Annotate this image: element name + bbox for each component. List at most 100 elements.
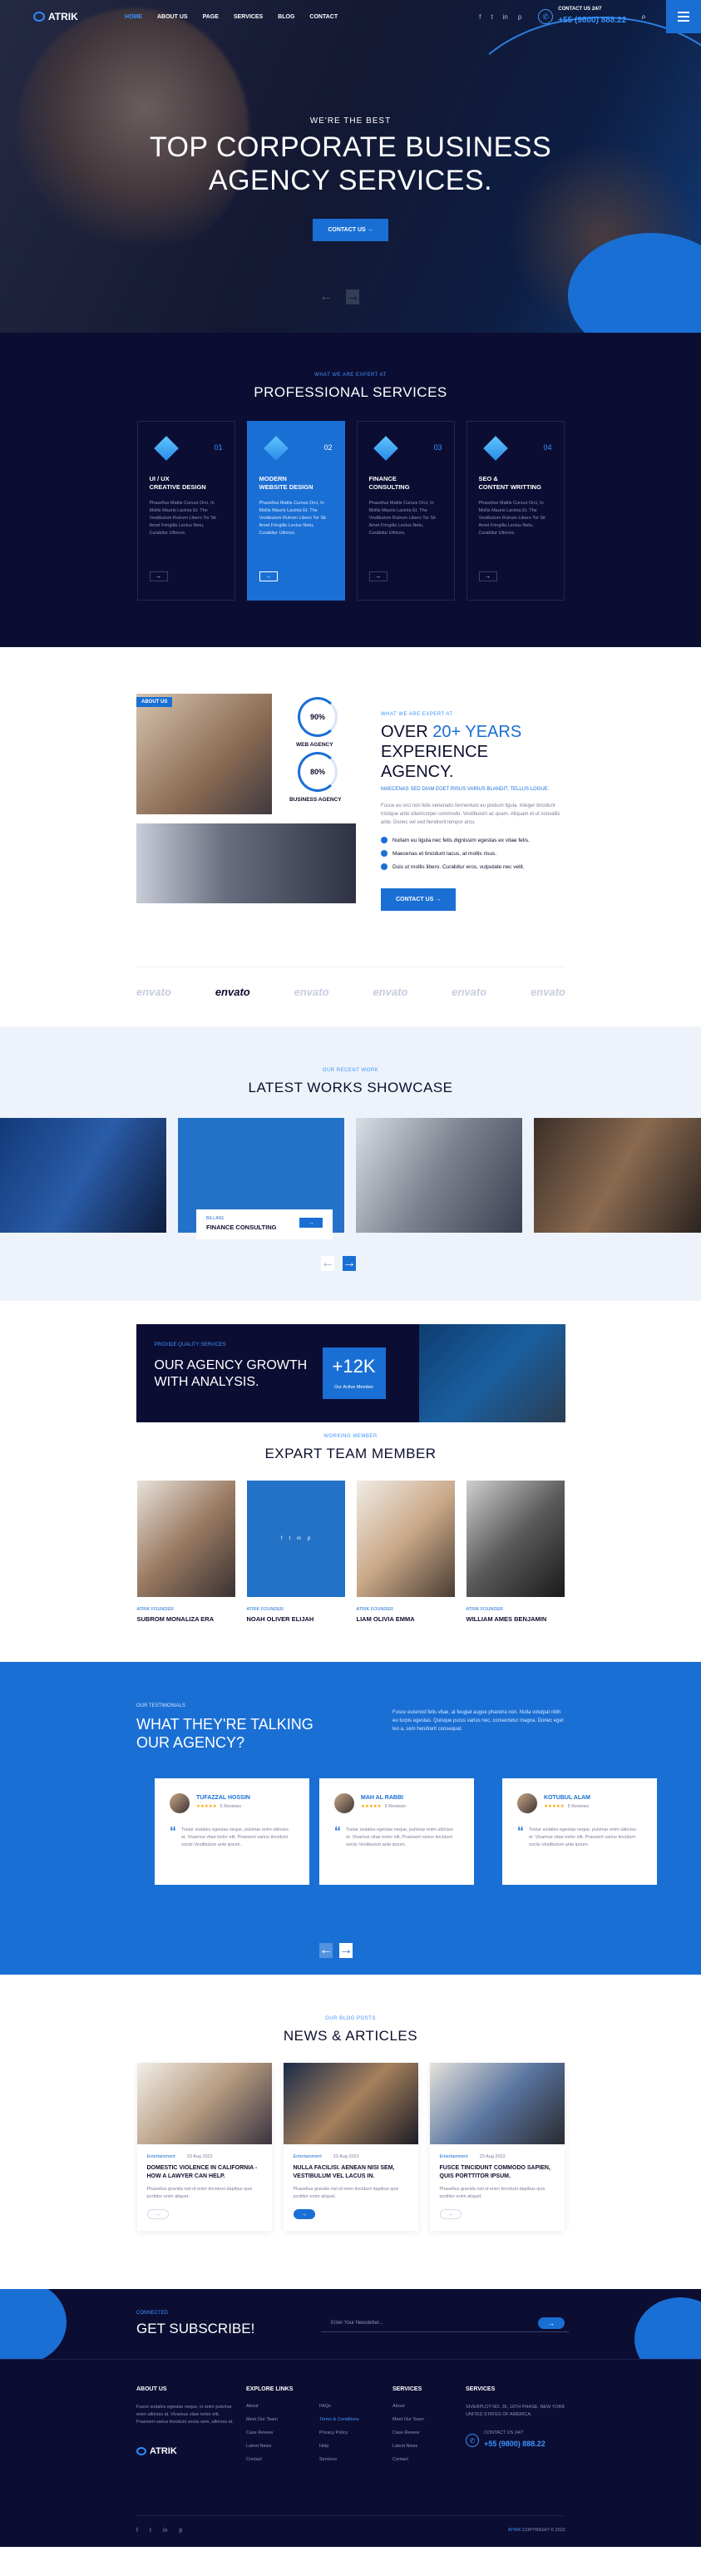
post-title[interactable]: NULLA FACILISI. AENEAN NISI SEM, VESTIBUL… <box>294 2164 408 2181</box>
about-contact-button[interactable]: CONTACT US → <box>381 888 457 911</box>
service-card[interactable]: 03 FINANCE CONSULTING Phasellus Mattis Cu… <box>356 421 455 601</box>
blog-post-card[interactable]: Entertainment 23 Aug 2022 FUSCE TINCIDUNT… <box>429 2063 565 2231</box>
footer-link[interactable]: Case Review <box>392 2430 424 2435</box>
nav-item-blog[interactable]: BLOG <box>278 14 294 20</box>
linkedin-icon[interactable]: in <box>163 2528 167 2534</box>
footer-about: ABOUT US Fusce sodales egestas neque, in… <box>136 2386 236 2456</box>
facebook-icon[interactable]: f <box>136 2528 138 2534</box>
service-arrow-button[interactable]: → <box>259 571 278 581</box>
work-item[interactable] <box>356 1118 522 1233</box>
twitter-icon[interactable]: t <box>150 2528 151 2534</box>
nav-item-home[interactable]: HOME <box>125 14 142 20</box>
testimonials-paragraph: Fusce euismod felis vitae, at feugiat au… <box>392 1710 564 1732</box>
footer-link[interactable]: Services <box>319 2457 359 2462</box>
team-member-card[interactable]: ATRIK FOUNDER SUBROM MONALIZA ERA <box>136 1481 235 1623</box>
slider-prev-button[interactable]: ← <box>319 289 333 304</box>
twitter-icon[interactable]: t <box>289 1536 290 1541</box>
testimonials-slider-controls: ← → <box>319 1943 353 1958</box>
nav-item-services[interactable]: SERVICES <box>234 14 263 20</box>
post-title[interactable]: FUSCE TINCIDUNT COMMODO SAPIEN, QUIS PORT… <box>440 2164 555 2181</box>
nav-item-contact[interactable]: CONTACT <box>309 14 338 20</box>
services-kicker: WHAT WE ARE EXPERT AT <box>314 373 387 378</box>
nav-item-page[interactable]: PAGE <box>203 14 219 20</box>
post-image <box>429 2063 565 2144</box>
footer-address: SIVERPLOT NO. 36, 16TH PHASE, NEW YORK U… <box>466 2405 565 2417</box>
testimonial-card: KOTUBUL ALAM ★★★★★ 5 Reviews “ Tostar sod… <box>502 1778 657 1885</box>
post-arrow-button[interactable]: → <box>439 2209 462 2219</box>
footer-link[interactable]: Latest News <box>246 2444 293 2449</box>
work-arrow-button[interactable]: → <box>299 1218 323 1228</box>
hero-contact-button[interactable]: CONTACT US → <box>313 219 388 241</box>
header-phone-link[interactable]: +55 (9800) 888.22 <box>558 16 626 25</box>
service-card[interactable]: 01 UI / UX CREATIVE DESIGN Phasellus Matt… <box>136 421 235 601</box>
linkedin-icon[interactable]: in <box>297 1536 301 1541</box>
pinterest-icon[interactable]: p <box>518 13 521 21</box>
footer-link[interactable]: Latest News <box>392 2444 424 2449</box>
footer-link[interactable]: About <box>246 2404 293 2409</box>
subscribe-kicker: CONNECTED <box>136 2311 169 2316</box>
post-arrow-button[interactable]: → <box>293 2209 315 2219</box>
footer-link[interactable]: Contact <box>246 2457 293 2462</box>
facebook-icon[interactable]: f <box>479 13 481 21</box>
footer-logo[interactable]: ATRIK <box>136 2446 236 2456</box>
post-arrow-button[interactable]: → <box>146 2209 169 2219</box>
service-arrow-button[interactable]: → <box>368 571 388 581</box>
footer-socials: f t in p <box>136 2528 182 2534</box>
subscribe-button[interactable]: → <box>538 2317 565 2329</box>
service-arrow-button[interactable]: → <box>149 571 168 581</box>
brand-logo: envato <box>452 986 487 998</box>
blog-post-card[interactable]: Entertainment 23 Aug 2022 NULLA FACILISI.… <box>283 2063 418 2231</box>
about-paragraph: Fusce eu orci non felis venenatis fermen… <box>381 803 560 825</box>
team-member-card[interactable]: ATRIK FOUNDER LIAM OLIVIA EMMA <box>356 1481 455 1623</box>
work-item[interactable] <box>534 1118 701 1233</box>
blog-post-card[interactable]: Entertainment 23 Aug 2022 DOMESTIC VIOLEN… <box>136 2063 272 2231</box>
avatar <box>334 1793 354 1813</box>
slider-next-button[interactable]: → <box>346 289 359 304</box>
service-text: Phasellus Mattis Cursus Orci, In Mollis … <box>259 501 326 536</box>
footer-link[interactable]: FAQs <box>319 2404 359 2409</box>
footer-link[interactable]: Meet Our Team <box>392 2417 424 2422</box>
stat-label-business: BUSINESS AGENCY <box>289 797 342 803</box>
services-title: PROFESSIONAL SERVICES <box>254 384 447 400</box>
footer-link[interactable]: Meet Our Team <box>246 2417 293 2422</box>
star-rating: ★★★★★ 5 Reviews <box>196 1804 242 1809</box>
testimonials-prev-button[interactable]: ← <box>319 1943 333 1958</box>
footer-link[interactable]: About <box>392 2404 424 2409</box>
service-card[interactable]: 02 MODERN WEBSITE DESIGN Phasellus Mattis… <box>246 421 345 601</box>
news-title: NEWS & ARTICLES <box>283 2028 418 2044</box>
nav-item-about[interactable]: ABOUT US <box>157 14 188 20</box>
service-arrow-button[interactable]: → <box>478 571 497 581</box>
footer-phone-link[interactable]: +55 (9800) 888.22 <box>484 2440 545 2448</box>
news-section: OUR BLOG POSTS NEWS & ARTICLES Entertain… <box>0 1975 701 2289</box>
search-icon[interactable]: ⌕ <box>641 12 646 22</box>
design-icon <box>263 436 289 461</box>
team-member-card[interactable]: f t in p ATRIK FOUNDER NOAH OLIVER ELIJA… <box>246 1481 345 1623</box>
growth-banner: PROVIDE QUALITY SERVICES OUR AGENCY GROW… <box>136 1324 565 1422</box>
footer-link[interactable]: Case Review <box>246 2430 293 2435</box>
site-logo[interactable]: ATRIK <box>33 11 125 22</box>
testimonials-next-button[interactable]: → <box>339 1943 353 1958</box>
facebook-icon[interactable]: f <box>281 1536 283 1541</box>
twitter-icon[interactable]: t <box>491 13 492 21</box>
linkedin-icon[interactable]: in <box>503 13 508 21</box>
works-slider-controls: ← → <box>321 1256 356 1271</box>
footer-link[interactable]: Privacy Policy <box>319 2430 359 2435</box>
star-rating: ★★★★★ 5 Reviews <box>544 1804 590 1809</box>
post-title[interactable]: DOMESTIC VIOLENCE IN CALIFORNIA - HOW A L… <box>147 2164 262 2181</box>
work-item[interactable] <box>0 1118 166 1233</box>
pinterest-icon[interactable]: p <box>308 1536 310 1541</box>
works-section: OUR RECENT WORK LATEST WORKS SHOWCASE BI… <box>0 1026 701 1301</box>
footer-link[interactable]: Contact <box>392 2457 424 2462</box>
works-prev-button[interactable]: ← <box>321 1256 334 1271</box>
post-image <box>136 2063 272 2144</box>
cube-icon <box>153 436 179 461</box>
newsletter-email-input[interactable]: Enter Your Newsletter... <box>321 2314 569 2332</box>
stat-circle-web: 90% <box>298 697 338 737</box>
footer-services: SERVICES FAQs Terms & Conditions Privacy… <box>319 2386 359 2470</box>
pinterest-icon[interactable]: p <box>179 2528 182 2534</box>
footer-link[interactable]: Help <box>319 2444 359 2449</box>
team-member-card[interactable]: ATRIK FOUNDER WILLIAM AMES BENJAMIN <box>466 1481 565 1623</box>
service-card[interactable]: 04 SEO & CONTENT WRITTING Phasellus Matti… <box>466 421 565 601</box>
works-next-button[interactable]: → <box>343 1256 356 1271</box>
footer-link[interactable]: Terms & Conditions <box>319 2417 359 2422</box>
